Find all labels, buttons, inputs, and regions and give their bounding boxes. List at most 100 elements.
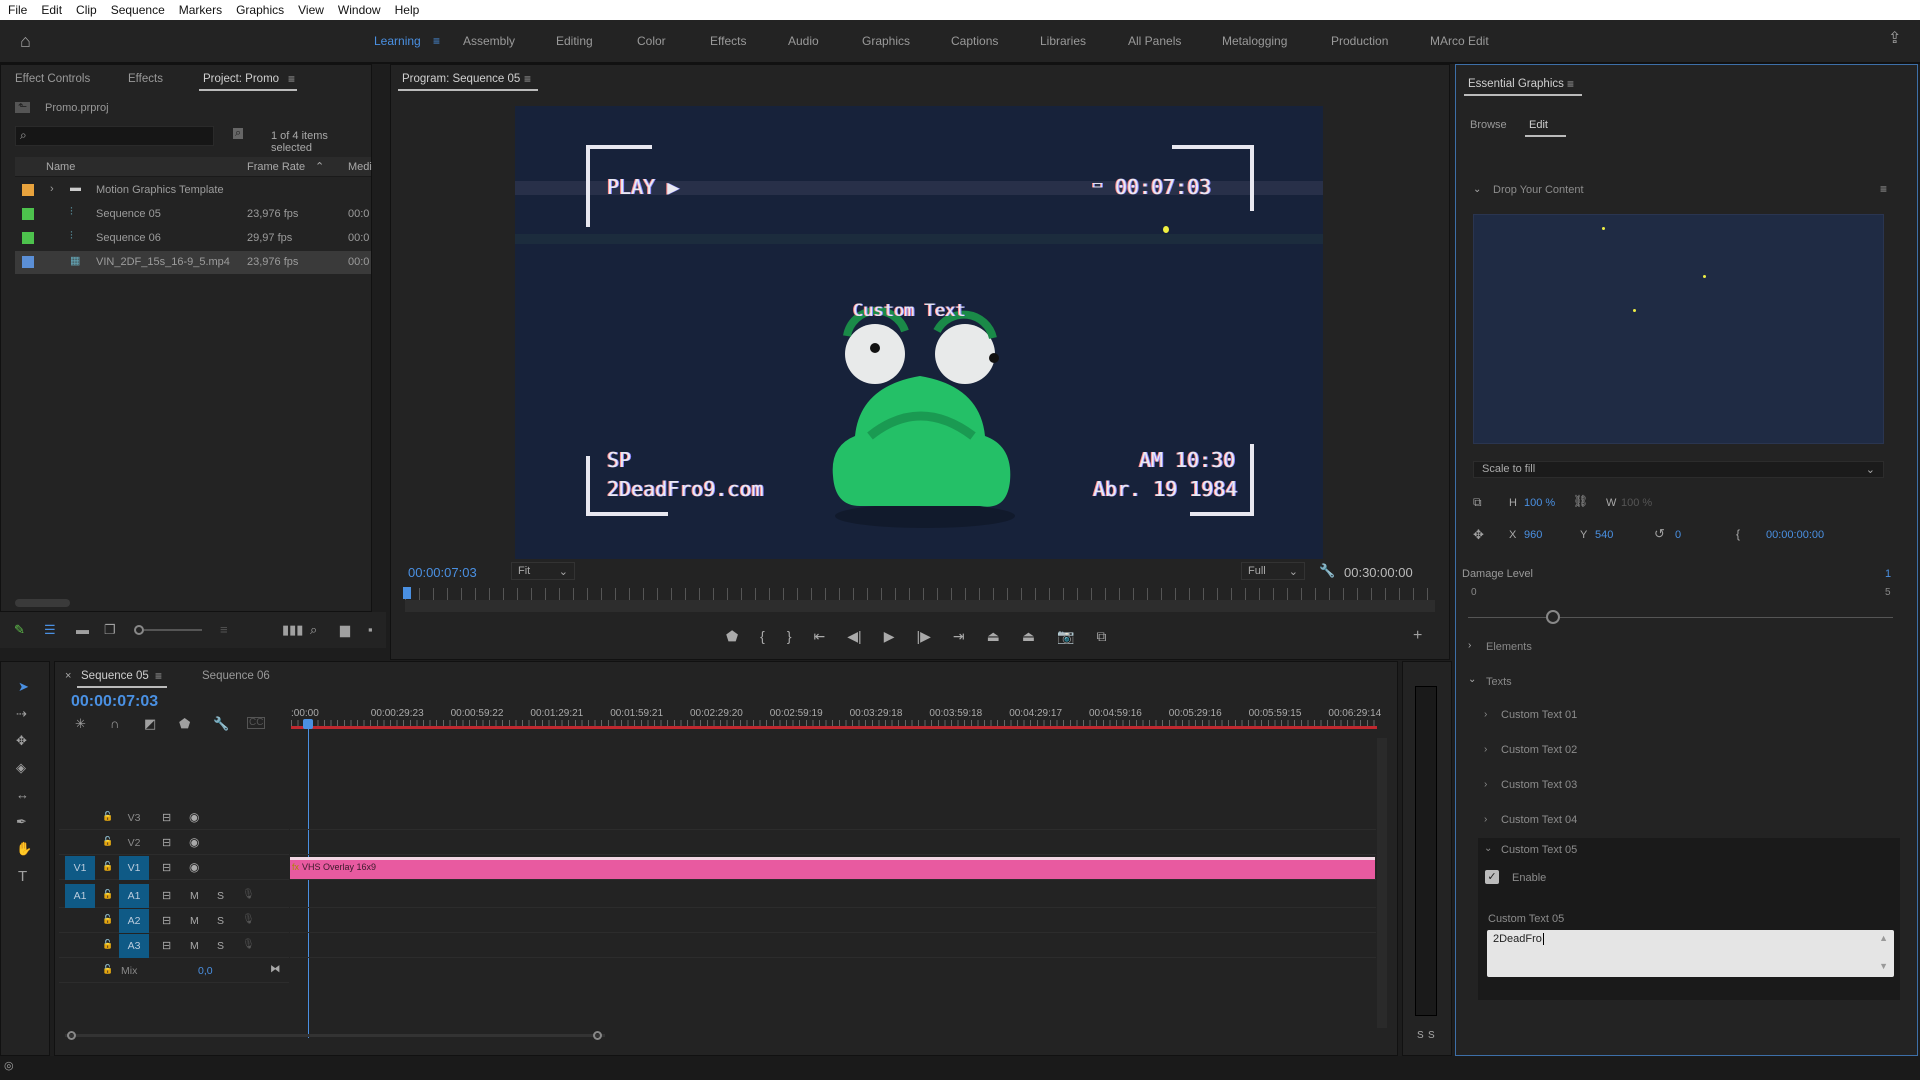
list-view-icon[interactable]: ☰ <box>44 623 56 636</box>
add-marker-icon[interactable]: ⬟ <box>179 717 190 730</box>
scroll-up-icon[interactable]: ▲ <box>1879 933 1888 943</box>
track-target-a3[interactable]: A3 <box>119 934 149 958</box>
mix-end-icon[interactable]: ⧓ <box>270 963 281 975</box>
icon-view-icon[interactable]: ▬ <box>76 623 89 636</box>
panel-menu-icon[interactable]: ≡ <box>1567 78 1574 90</box>
export-frame-icon[interactable]: 📷 <box>1057 628 1074 648</box>
menu-file[interactable]: File <box>8 3 27 17</box>
mark-in-icon[interactable]: { <box>760 628 765 648</box>
horizontal-scrollbar[interactable] <box>15 599 70 607</box>
pencil-icon[interactable]: ✎ <box>14 623 25 636</box>
workspace-tab-effects[interactable]: Effects <box>710 34 746 48</box>
slip-tool-icon[interactable]: ↔ <box>16 788 29 801</box>
new-bin-icon[interactable]: ▆ <box>340 623 350 636</box>
microphone-icon[interactable]: 🎙 <box>242 889 255 900</box>
zoom-dropdown[interactable]: Fit ⌄ <box>511 562 575 580</box>
track-target-v3[interactable]: V3 <box>119 806 149 830</box>
track-target-v1[interactable]: V1 <box>119 856 149 880</box>
project-search-input[interactable] <box>15 126 214 146</box>
solo-left[interactable]: S <box>1417 1030 1424 1041</box>
zoom-slider-handle[interactable] <box>134 625 144 635</box>
program-title[interactable]: Program: Sequence 05 <box>397 73 539 91</box>
work-area-bar[interactable] <box>291 726 1377 729</box>
list-item[interactable]: ⫶ Sequence 06 29,97 fps 00:0 <box>15 227 371 250</box>
zoom-slider[interactable] <box>144 629 202 631</box>
hamburger-icon[interactable]: ≡ <box>1880 183 1887 195</box>
automate-icon[interactable]: ▮▮▮ <box>282 623 303 636</box>
x-value[interactable]: 960 <box>1524 529 1542 541</box>
custom-text-01-header[interactable]: Custom Text 01 <box>1501 709 1577 721</box>
chevron-down-icon[interactable]: ⌄ <box>1473 184 1481 195</box>
lock-icon[interactable]: 🔓 <box>102 861 113 872</box>
custom-text-04-header[interactable]: Custom Text 04 <box>1501 814 1577 826</box>
program-zoom-bar[interactable] <box>405 600 1435 612</box>
quality-dropdown[interactable]: Full ⌄ <box>1241 562 1305 580</box>
workspace-tab-metalogging[interactable]: Metalogging <box>1222 34 1287 48</box>
freeform-view-icon[interactable]: ❐ <box>104 623 116 636</box>
source-patch-v1[interactable]: V1 <box>65 856 95 880</box>
scroll-handle-right[interactable] <box>593 1031 602 1040</box>
sort-ascending-icon[interactable]: ⌃ <box>315 160 324 173</box>
comparison-view-icon[interactable]: ⧉ <box>1097 628 1107 648</box>
sync-lock-icon[interactable]: ⊟ <box>162 861 171 874</box>
find-icon[interactable]: ⌕ <box>310 623 317 636</box>
selection-tool-icon[interactable]: ➤ <box>18 680 29 693</box>
hand-tool-icon[interactable]: ✋ <box>16 842 32 855</box>
mute-button[interactable]: M <box>190 890 199 902</box>
lock-icon[interactable]: 🔓 <box>102 939 113 950</box>
type-tool-icon[interactable]: T <box>18 869 27 884</box>
lock-icon[interactable]: 🔓 <box>102 914 113 925</box>
workspace-menu-icon[interactable]: ≡ <box>433 34 440 48</box>
label-color-swatch[interactable] <box>22 208 34 220</box>
lock-icon[interactable]: 🔓 <box>102 811 113 822</box>
microphone-icon[interactable]: 🎙 <box>242 939 255 950</box>
track-lane-v3[interactable] <box>290 806 1376 830</box>
menu-edit[interactable]: Edit <box>41 3 62 17</box>
rotation-value[interactable]: 0 <box>1675 529 1681 541</box>
source-patch-a1[interactable]: A1 <box>65 884 95 908</box>
workspace-tab-audio[interactable]: Audio <box>788 34 819 48</box>
add-marker-icon[interactable]: ⬟ <box>726 628 738 648</box>
chevron-down-icon[interactable]: ⌄ <box>1484 843 1492 854</box>
column-name[interactable]: Name <box>46 161 75 173</box>
custom-text-05-input[interactable]: 2DeadFro ▲ ▼ <box>1487 930 1894 977</box>
timeline-clip[interactable]: VHS Overlay 16x9 fx <box>290 857 1375 879</box>
y-value[interactable]: 540 <box>1595 529 1613 541</box>
damage-slider-handle[interactable] <box>1546 610 1560 624</box>
eye-icon[interactable]: ◉ <box>189 835 199 849</box>
panel-menu-icon[interactable]: ≡ <box>524 73 531 85</box>
tab-effect-controls[interactable]: Effect Controls <box>15 73 90 85</box>
track-target-v2[interactable]: V2 <box>119 831 149 855</box>
w-value[interactable]: 100 % <box>1621 497 1652 509</box>
wrench-icon[interactable]: 🔧 <box>1319 564 1335 577</box>
eye-icon[interactable]: ◉ <box>189 860 199 874</box>
content-preview[interactable] <box>1473 214 1884 444</box>
close-tab-icon[interactable]: × <box>65 670 71 682</box>
list-item[interactable]: ▦ VIN_2DF_15s_16-9_5.mp4 23,976 fps 00:0 <box>15 251 371 274</box>
wrench-icon[interactable]: 🔧 <box>213 717 229 730</box>
track-lane-a2[interactable] <box>290 909 1376 933</box>
sync-lock-icon[interactable]: ⊟ <box>162 889 171 902</box>
chevron-right-icon[interactable]: › <box>50 183 54 195</box>
panel-menu-icon[interactable]: ≡ <box>155 670 162 682</box>
column-media[interactable]: Medi <box>348 161 372 173</box>
chevron-right-icon[interactable]: › <box>1468 640 1471 651</box>
menu-help[interactable]: Help <box>395 3 420 17</box>
texts-group[interactable]: Texts <box>1486 676 1512 688</box>
scroll-handle-left[interactable] <box>67 1031 76 1040</box>
lock-icon[interactable]: 🔓 <box>102 964 113 975</box>
h-value[interactable]: 100 % <box>1524 497 1555 509</box>
program-timecode[interactable]: 00:00:07:03 <box>408 565 477 580</box>
go-to-out-icon[interactable]: ⇥ <box>953 628 965 648</box>
enable-checkbox[interactable]: ✓ <box>1485 870 1499 884</box>
track-lane-a3[interactable] <box>290 934 1376 958</box>
microphone-icon[interactable]: 🎙 <box>242 914 255 925</box>
menu-window[interactable]: Window <box>338 3 381 17</box>
workspace-tab-assembly[interactable]: Assembly <box>463 34 515 48</box>
workspace-tab-captions[interactable]: Captions <box>951 34 998 48</box>
solo-button[interactable]: S <box>217 915 224 927</box>
damage-slider[interactable] <box>1468 617 1893 618</box>
mark-out-icon[interactable]: } <box>787 628 792 648</box>
add-button-icon[interactable]: + <box>1413 628 1422 644</box>
chevron-right-icon[interactable]: › <box>1484 709 1487 720</box>
